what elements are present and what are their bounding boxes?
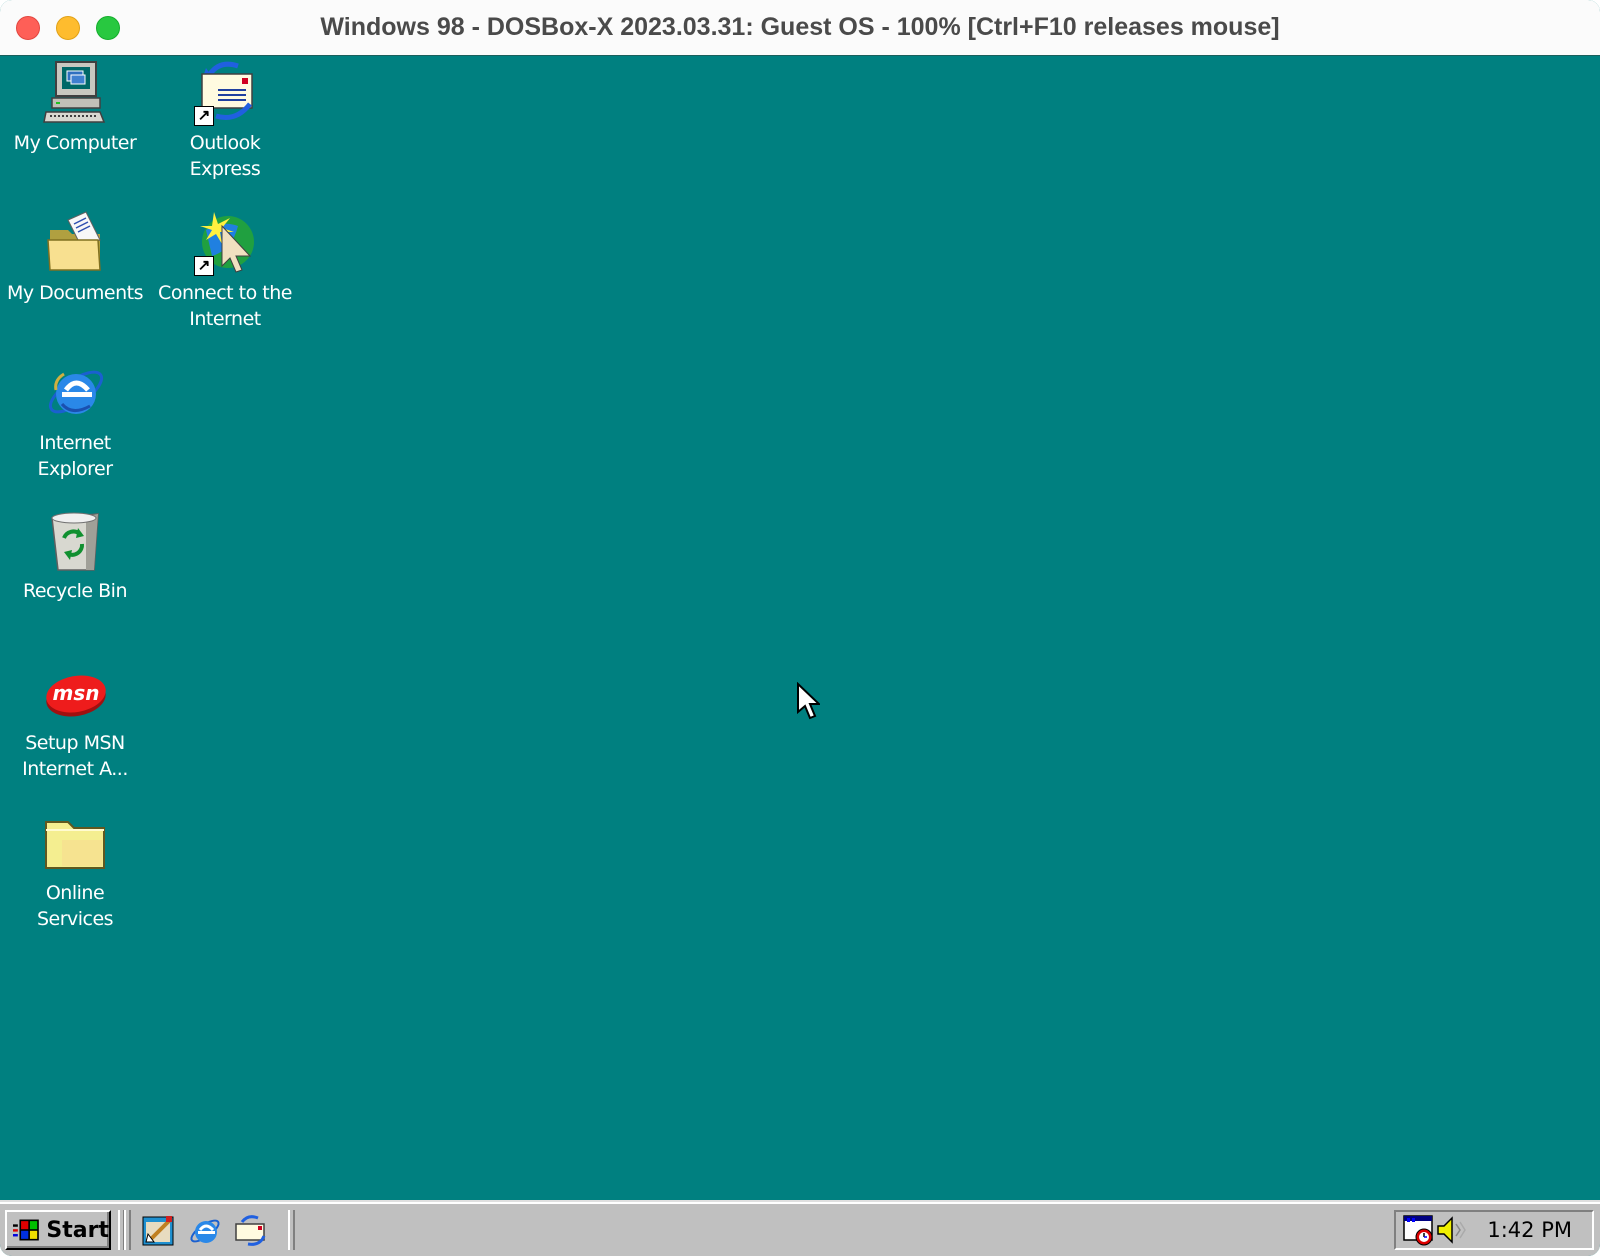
desktop-icon-connect-internet[interactable]: ↗ Connect to the Internet	[150, 210, 300, 332]
msn-icon: msn	[42, 660, 108, 726]
internet-explorer-icon	[42, 360, 108, 426]
desktop-icon-recycle-bin[interactable]: Recycle Bin	[0, 508, 150, 604]
quick-launch-show-desktop[interactable]	[142, 1214, 176, 1248]
desktop-icon-internet-explorer[interactable]: Internet Explorer	[0, 360, 150, 482]
mouse-cursor-icon	[797, 682, 820, 720]
title-bar[interactable]: Windows 98 - DOSBox-X 2023.03.31: Guest …	[0, 0, 1600, 56]
icon-label: Setup MSN Internet A...	[22, 732, 128, 780]
desktop-icon-outlook-express[interactable]: ↗ Outlook Express	[150, 60, 300, 182]
desktop-icon-online-services[interactable]: Online Services	[0, 810, 150, 932]
quick-launch-internet-explorer[interactable]	[188, 1214, 222, 1248]
shortcut-arrow-icon: ↗	[194, 106, 214, 126]
volume-icon[interactable]	[1436, 1214, 1470, 1246]
folder-icon	[42, 810, 108, 876]
clock[interactable]: 1:42 PM	[1487, 1212, 1572, 1248]
icon-label: My Computer	[13, 132, 137, 154]
icon-label: Connect to the Internet	[158, 282, 292, 330]
toolbar-separator	[124, 1210, 131, 1250]
shortcut-arrow-icon: ↗	[194, 256, 214, 276]
taskbar: Start 1:42 PM	[0, 1200, 1600, 1256]
msn-logo-text: msn	[53, 681, 100, 705]
show-desktop-icon	[142, 1216, 174, 1246]
my-documents-folder-icon	[42, 210, 108, 276]
recycle-bin-icon	[42, 508, 108, 574]
connect-internet-icon: ↗	[192, 210, 258, 276]
icon-label: Recycle Bin	[22, 580, 128, 602]
windows-logo-icon	[13, 1219, 39, 1241]
outlook-express-icon: ↗	[192, 60, 258, 126]
icon-label: Online Services	[36, 882, 114, 930]
window-title: Windows 98 - DOSBox-X 2023.03.31: Guest …	[320, 13, 1280, 41]
start-button[interactable]: Start	[5, 1210, 111, 1250]
toolbar-grip[interactable]	[288, 1210, 295, 1250]
desktop-icon-my-documents[interactable]: My Documents	[0, 210, 150, 306]
my-computer-icon	[42, 60, 108, 126]
desktop-icon-setup-msn[interactable]: msn Setup MSN Internet A...	[0, 660, 150, 782]
desktop[interactable]: My Computer ↗ Outlook Express My Documen…	[0, 56, 1600, 1200]
internet-explorer-icon	[190, 1219, 220, 1243]
icon-label: Internet Explorer	[37, 432, 113, 480]
dosbox-window: Windows 98 - DOSBox-X 2023.03.31: Guest …	[0, 0, 1600, 1256]
outlook-express-icon	[235, 1215, 266, 1246]
start-label: Start	[46, 1217, 109, 1243]
quick-launch-outlook-express[interactable]	[234, 1214, 268, 1248]
system-tray: 1:42 PM	[1394, 1210, 1594, 1250]
icon-label: Outlook Express	[189, 132, 261, 180]
desktop-icon-my-computer[interactable]: My Computer	[0, 60, 150, 156]
icon-label: My Documents	[6, 282, 144, 304]
task-scheduler-icon[interactable]	[1402, 1214, 1436, 1246]
